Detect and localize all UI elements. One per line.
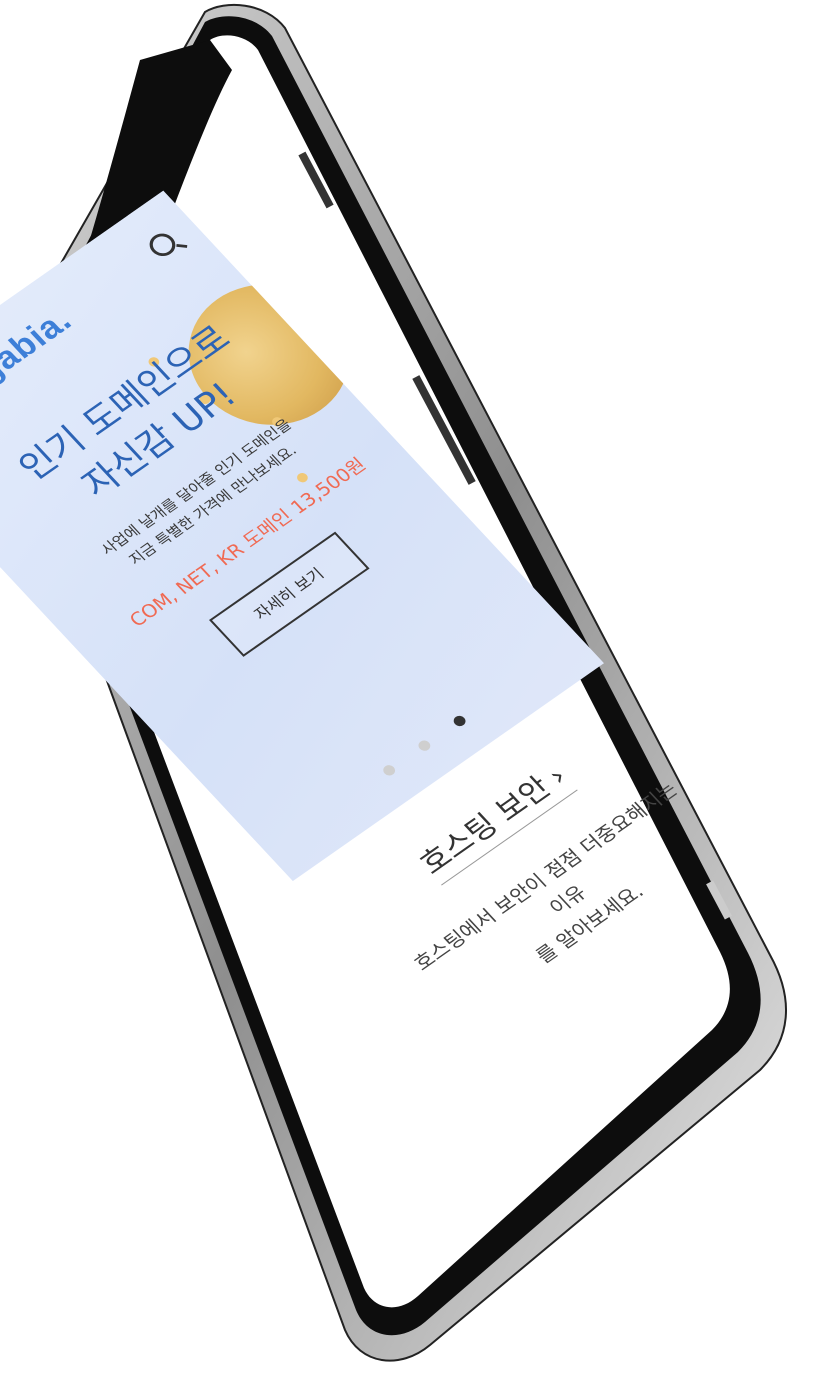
phone-mockup: gabia. 인기 도메인으로 자신감 UP! 사업에 날개를 달아줄 인기 도…	[0, 0, 833, 1378]
logo[interactable]: gabia.	[0, 302, 80, 391]
pager-dot[interactable]	[415, 738, 433, 754]
pager-dot[interactable]	[380, 763, 398, 778]
search-icon[interactable]	[144, 229, 181, 261]
section-description: 호스팅에서 보안이 점점 더중요해지는 이유 를 알아보세요.	[379, 755, 756, 1044]
pager-dot-active[interactable]	[450, 714, 468, 729]
